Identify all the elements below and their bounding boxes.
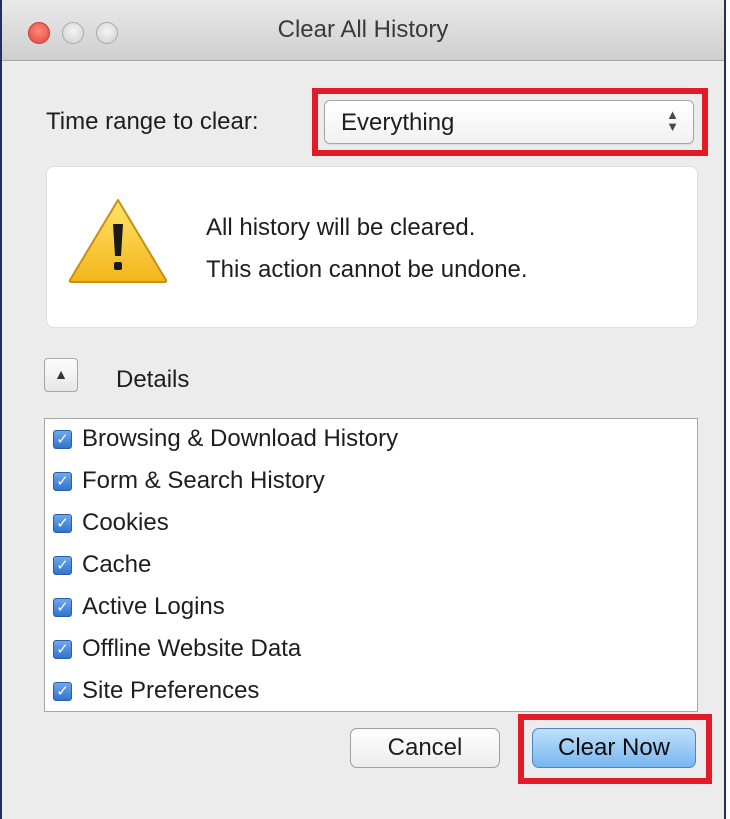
checkbox[interactable]: ✓ bbox=[53, 471, 72, 491]
checkbox[interactable]: ✓ bbox=[53, 597, 72, 617]
list-item-site-preferences[interactable]: ✓ Site Preferences bbox=[53, 673, 259, 709]
triangle-up-icon: ▲ bbox=[54, 366, 68, 382]
list-item-offline-website-data[interactable]: ✓ Offline Website Data bbox=[53, 631, 301, 667]
list-item-active-logins[interactable]: ✓ Active Logins bbox=[53, 589, 225, 625]
checkbox[interactable]: ✓ bbox=[53, 513, 72, 533]
details-toggle-button[interactable]: ▲ bbox=[44, 358, 78, 392]
time-range-label: Time range to clear: bbox=[46, 108, 259, 135]
item-label: Form & Search History bbox=[82, 467, 325, 494]
item-label: Site Preferences bbox=[82, 677, 260, 704]
clear-now-button[interactable]: Clear Now bbox=[532, 728, 696, 768]
title-bar: Clear All History bbox=[2, 0, 724, 61]
warning-text-line1: All history will be cleared. bbox=[206, 214, 476, 241]
list-item-form-search-history[interactable]: ✓ Form & Search History bbox=[53, 463, 325, 499]
item-label: Active Logins bbox=[82, 593, 225, 620]
time-range-selected-value: Everything bbox=[341, 109, 455, 136]
details-label: Details bbox=[116, 366, 190, 393]
checkbox[interactable]: ✓ bbox=[53, 429, 72, 449]
history-items-list: ✓ Browsing & Download History ✓ Form & S… bbox=[44, 418, 698, 712]
list-item-browsing-history[interactable]: ✓ Browsing & Download History bbox=[53, 421, 398, 457]
warning-icon bbox=[68, 199, 168, 283]
item-label: Cache bbox=[82, 551, 152, 578]
item-label: Browsing & Download History bbox=[82, 425, 399, 452]
checkbox[interactable]: ✓ bbox=[53, 639, 72, 659]
warning-text-line2: This action cannot be undone. bbox=[206, 256, 528, 283]
item-label: Offline Website Data bbox=[82, 635, 302, 662]
cancel-button[interactable]: Cancel bbox=[350, 728, 500, 768]
list-item-cache[interactable]: ✓ Cache bbox=[53, 547, 151, 583]
checkbox[interactable]: ✓ bbox=[53, 555, 72, 575]
list-item-cookies[interactable]: ✓ Cookies bbox=[53, 505, 169, 541]
checkbox[interactable]: ✓ bbox=[53, 681, 72, 701]
window-title: Clear All History bbox=[277, 16, 449, 43]
item-label: Cookies bbox=[82, 509, 169, 536]
time-range-select[interactable]: Everything ▲ ▼ bbox=[324, 100, 694, 144]
select-arrows-icon: ▲ ▼ bbox=[666, 107, 679, 134]
